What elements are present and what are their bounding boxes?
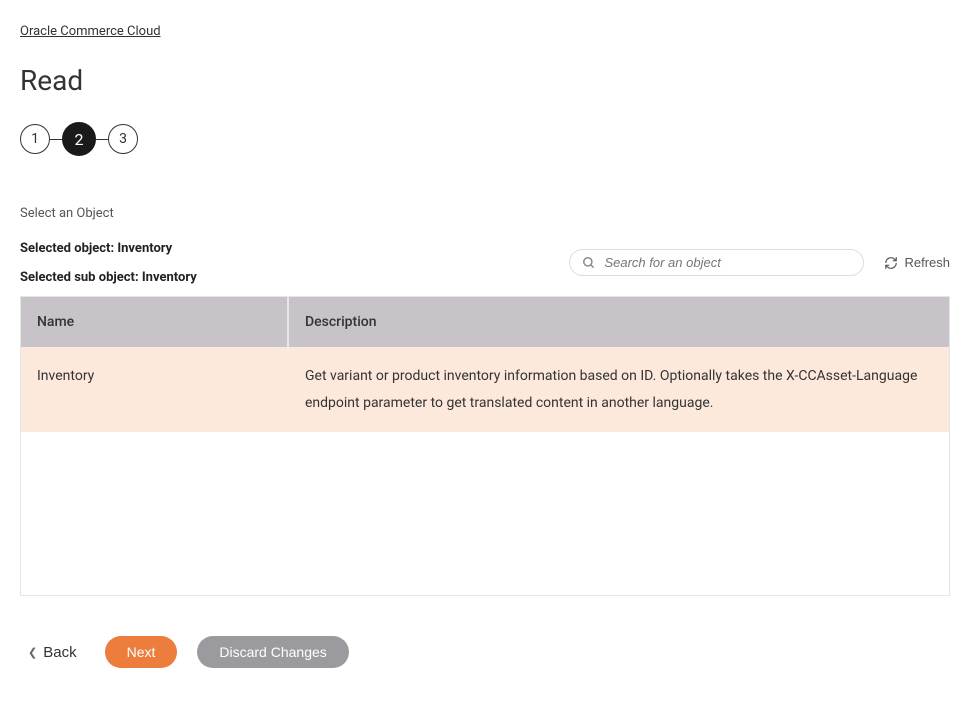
back-button[interactable]: ❮ Back — [20, 644, 85, 661]
step-1[interactable]: 1 — [20, 124, 50, 154]
discard-button[interactable]: Discard Changes — [197, 636, 348, 668]
column-header-description[interactable]: Description — [289, 297, 949, 347]
cell-description: Get variant or product inventory informa… — [289, 347, 949, 432]
step-3[interactable]: 3 — [108, 124, 138, 154]
column-header-name[interactable]: Name — [21, 297, 289, 347]
refresh-icon — [884, 256, 898, 270]
refresh-button[interactable]: Refresh — [884, 255, 950, 270]
search-icon — [582, 256, 596, 270]
chevron-left-icon: ❮ — [28, 646, 37, 659]
step-connector — [96, 139, 108, 140]
step-connector — [50, 139, 62, 140]
back-label: Back — [43, 644, 76, 661]
search-input[interactable] — [604, 255, 851, 270]
refresh-label: Refresh — [904, 255, 950, 270]
footer-actions: ❮ Back Next Discard Changes — [20, 636, 950, 668]
table-row[interactable]: Inventory Get variant or product invento… — [21, 347, 949, 432]
next-button[interactable]: Next — [105, 636, 178, 668]
table-header: Name Description — [21, 297, 949, 347]
breadcrumb-link[interactable]: Oracle Commerce Cloud — [20, 24, 161, 39]
cell-name: Inventory — [21, 347, 289, 406]
page-title: Read — [20, 64, 950, 97]
object-table: Name Description Inventory Get variant o… — [20, 296, 950, 596]
step-2[interactable]: 2 — [62, 122, 96, 156]
stepper: 1 2 3 — [20, 122, 950, 156]
search-box[interactable] — [569, 249, 864, 276]
section-label: Select an Object — [20, 206, 950, 221]
